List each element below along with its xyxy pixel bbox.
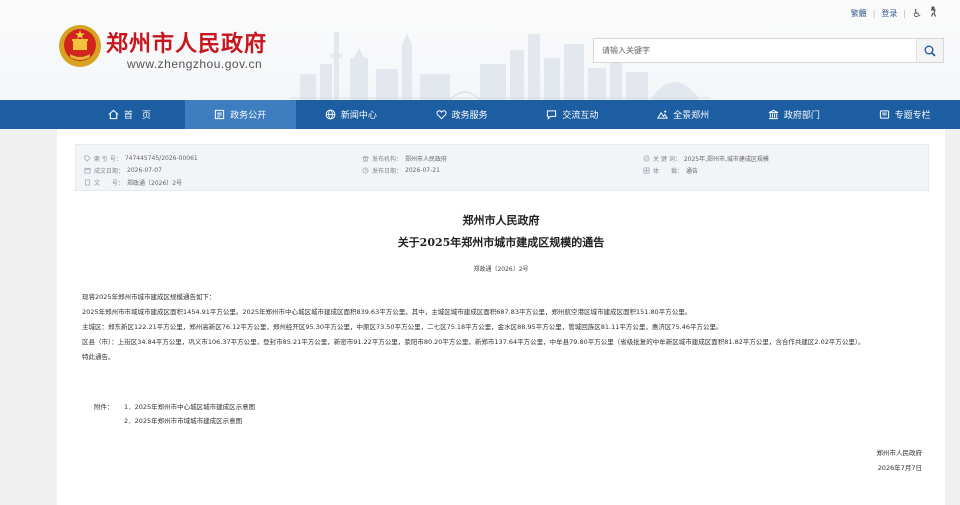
nav-label: 政务公开 bbox=[230, 111, 267, 121]
signer: 郑州市人民政府 bbox=[876, 449, 923, 457]
calendar-icon bbox=[84, 167, 91, 174]
tag-icon bbox=[84, 155, 91, 162]
nav-departments[interactable]: 政府部门 bbox=[739, 100, 850, 129]
attachment-link[interactable]: 2．2025年郑州市市域城市建成区示意图 bbox=[124, 414, 242, 428]
search-button[interactable] bbox=[916, 39, 943, 62]
sign-date: 2026年7月7日 bbox=[877, 464, 922, 472]
document-icon bbox=[84, 179, 91, 186]
top-links: 繁體 | 登录 | ♿ bbox=[851, 6, 938, 20]
document-body: 现将2025年郑州市城市建成区规模通告如下： 2025年郑州市市域城市建成区面积… bbox=[82, 292, 928, 367]
accessibility-icon[interactable]: ♿ bbox=[912, 7, 922, 20]
meta-genre: 体 裁： 通告 bbox=[643, 166, 698, 175]
paragraph: 区县（市）：上街区34.84平方公里，巩义市106.37平方公里，登封市85.2… bbox=[82, 338, 865, 346]
paragraph: 主城区：郑东新区122.21平方公里，郑州高新区76.12平方公里，郑州经开区9… bbox=[82, 323, 723, 331]
nav-label: 专题专栏 bbox=[894, 111, 931, 121]
nav-interaction[interactable]: 交流互动 bbox=[517, 100, 628, 129]
divider: | bbox=[872, 8, 876, 18]
nav-label: 全景郑州 bbox=[673, 111, 710, 121]
article-container: 索 引 号： 747445745/2026-00061 成文日期： 2026-07-… bbox=[57, 129, 945, 505]
signature-block: 郑州市人民政府 2026年7月7日 bbox=[877, 446, 923, 476]
nav-home[interactable]: 首 页 bbox=[74, 100, 185, 129]
document-issuer: 郑州市人民政府 bbox=[462, 214, 540, 227]
column-icon bbox=[879, 110, 889, 119]
clock-icon bbox=[362, 167, 369, 174]
site-url: www.zhengzhou.gov.cn bbox=[127, 57, 263, 71]
meta-published-date: 发布日期： 2026-07-21 bbox=[362, 166, 440, 175]
site-header: 繁體 | 登录 | ♿ 郑州市人民政府 www.zhengzhou.gov.cn bbox=[0, 0, 960, 100]
elder-mode-icon[interactable] bbox=[928, 6, 938, 20]
meta-doc-number: 文 号： 郑政通〔2026〕2号 bbox=[84, 178, 182, 187]
heart-icon bbox=[436, 110, 447, 120]
building-icon bbox=[768, 109, 779, 120]
nav-news-center[interactable]: 新闻中心 bbox=[296, 100, 407, 129]
divider: | bbox=[903, 8, 907, 18]
globe-icon bbox=[325, 109, 336, 120]
meta-created-date: 成文日期： 2026-07-07 bbox=[84, 166, 162, 175]
meta-keywords: 关 键 词： 2025年,郑州市,城市建成区规模 bbox=[643, 154, 769, 163]
document-icon bbox=[214, 109, 225, 120]
nav-panorama[interactable]: 全景郑州 bbox=[628, 100, 739, 129]
nav-label: 首 页 bbox=[123, 111, 151, 121]
main-nav: 首 页 政务公开 新闻中心 政务服务 交流互动 全景郑州 政府部门 专题专栏 bbox=[0, 100, 960, 129]
attachments-label: 附件： bbox=[94, 403, 114, 411]
attachment-link[interactable]: 1．2025年郑州市中心城区城市建成区示意图 bbox=[124, 400, 255, 414]
meta-publisher: 发布机构： 郑州市人民政府 bbox=[362, 154, 447, 163]
document-title: 关于2025年郑州市城市建成区规模的通告 bbox=[397, 236, 605, 249]
paragraph: 现将2025年郑州市城市建成区规模通告如下： bbox=[82, 293, 216, 301]
search-box bbox=[593, 38, 944, 63]
document-number: 郑政通〔2026〕2号 bbox=[473, 266, 529, 273]
nav-label: 政务服务 bbox=[451, 111, 488, 121]
grid-icon bbox=[643, 167, 650, 174]
nav-label: 交流互动 bbox=[562, 111, 599, 121]
check-circle-icon bbox=[643, 155, 650, 162]
traditional-chinese-link[interactable]: 繁體 bbox=[851, 8, 867, 19]
chat-icon bbox=[547, 110, 557, 120]
paragraph: 2025年郑州市市域城市建成区面积1454.91平方公里。2025年郑州市中心城… bbox=[82, 308, 692, 316]
document-metadata-box: 索 引 号： 747445745/2026-00061 成文日期： 2026-07-… bbox=[75, 144, 929, 191]
nav-special-topics[interactable]: 专题专栏 bbox=[849, 100, 960, 129]
paragraph: 特此通告。 bbox=[82, 353, 115, 361]
home-icon bbox=[108, 109, 119, 120]
search-input[interactable] bbox=[594, 39, 916, 62]
nav-government-affairs[interactable]: 政务公开 bbox=[184, 100, 296, 129]
search-icon bbox=[924, 45, 936, 57]
panorama-icon bbox=[657, 110, 669, 119]
nav-label: 政府部门 bbox=[783, 111, 820, 121]
nav-government-services[interactable]: 政务服务 bbox=[406, 100, 517, 129]
nav-label: 新闻中心 bbox=[340, 111, 377, 121]
meta-index: 索 引 号： 747445745/2026-00061 bbox=[84, 154, 198, 163]
login-link[interactable]: 登录 bbox=[881, 8, 897, 19]
site-name: 郑州市人民政府 bbox=[106, 31, 268, 57]
building-icon bbox=[362, 155, 369, 162]
attachments: 附件： 1．2025年郑州市中心城区城市建成区示意图 2．2025年郑州市市域城市… bbox=[94, 400, 255, 428]
national-emblem-logo bbox=[59, 25, 101, 67]
